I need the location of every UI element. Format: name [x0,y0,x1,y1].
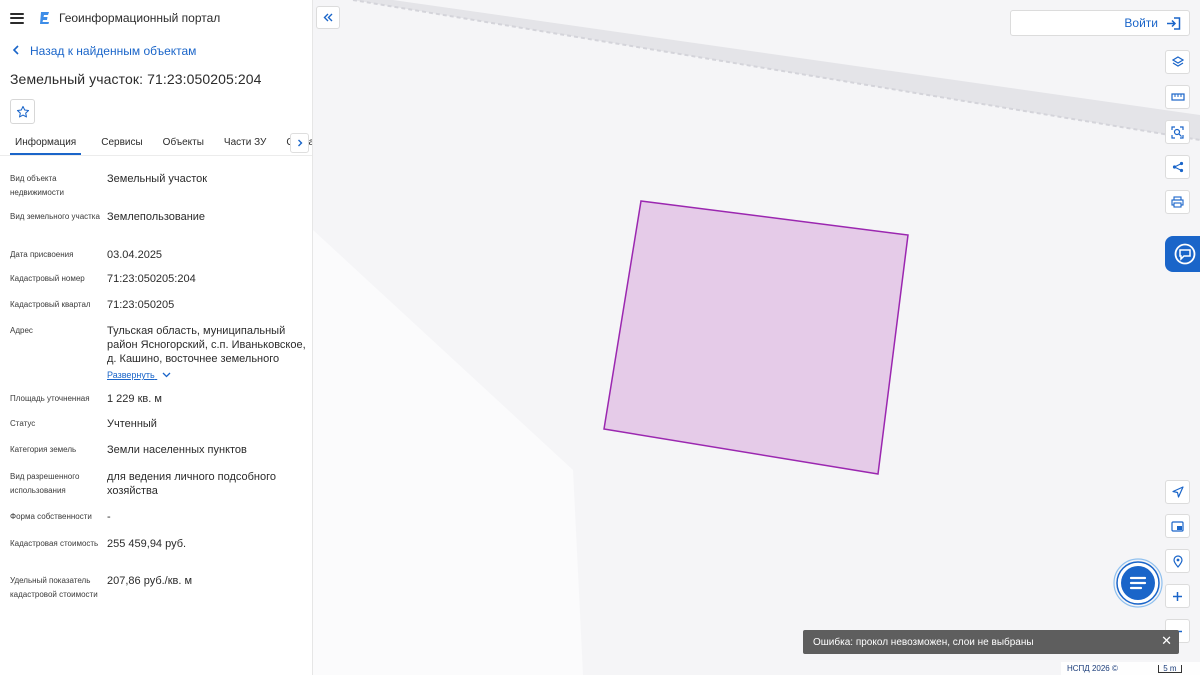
ruler-icon [1170,93,1185,101]
printer-icon [1171,196,1184,208]
property-value: Тульская область, муниципальный район Яс… [107,325,306,365]
property-value: - [107,511,111,523]
share-icon [1172,161,1183,173]
copyright-label: НСПД 2026 © [1067,664,1118,673]
feedback-icon [1174,243,1196,265]
measure-button[interactable] [1165,85,1190,109]
layers-icon [1171,56,1184,67]
back-link-label: Назад к найденным объектам [30,44,197,58]
minimap-icon [1171,520,1184,532]
info-panel: Геоинформационный портал Назад к найденн… [0,0,313,675]
panel-header: Геоинформационный портал [0,0,312,36]
toast-message: Ошибка: прокол невозможен, слои не выбра… [813,636,1034,648]
property-value: 1 229 кв. м [107,393,162,405]
property-value: Земельный участок [107,173,208,185]
tab-services[interactable]: Сервисы [101,133,142,155]
chat-assistant-button[interactable] [1113,558,1163,608]
close-icon[interactable]: ✕ [1161,633,1172,649]
property-value: Земли населенных пунктов [107,444,247,456]
navigation-arrow-icon [1171,486,1184,498]
address-block: Тульская область, муниципальный район Яс… [107,324,307,382]
chevron-left-icon [12,44,20,58]
expand-link[interactable]: Развернуть [107,368,171,382]
property-value: 207,86 руб./кв. м [107,575,193,587]
chat-icon [1113,558,1163,608]
portal-logo [40,12,49,24]
login-icon [1167,16,1181,30]
property-label: Форма собственности [10,512,92,521]
land-parcel-polygon[interactable] [603,200,909,475]
property-value: Учтенный [107,418,157,430]
scale-label: 5 m [1157,664,1182,673]
tab-information[interactable]: Информация [10,133,82,155]
property-value: 255 459,94 руб. [107,538,187,550]
zoom-in-button[interactable] [1165,584,1190,608]
error-toast: Ошибка: прокол невозможен, слои не выбра… [803,630,1179,654]
menu-icon[interactable] [10,12,24,24]
property-label: Удельный показатель кадастровой стоимост… [10,576,98,599]
property-value: Землепользование [107,211,206,223]
tab-parts[interactable]: Части ЗУ [224,133,266,155]
app-title: Геоинформационный портал [59,11,221,25]
property-label: Адрес [10,326,33,335]
star-icon [16,105,29,117]
property-label: Кадастровая стоимость [10,539,99,548]
property-label: Вид объекта недвижимости [10,174,64,197]
login-label: Войти [1124,16,1158,30]
chevron-down-icon [162,372,171,378]
property-label: Площадь уточненная [10,394,90,403]
property-label: Кадастровый номер [10,274,85,283]
expand-link-label: Развернуть [107,370,155,380]
property-value: для ведения личного подсобного хозяйства [107,471,277,497]
share-button[interactable] [1165,155,1190,179]
property-label: Категория земель [10,445,77,454]
layers-button[interactable] [1165,50,1190,74]
chevron-right-icon [297,139,302,147]
tab-objects[interactable]: Объекты [163,133,204,155]
my-location-button[interactable] [1165,549,1190,573]
property-value: 71:23:050205:204 [107,273,196,285]
print-button[interactable] [1165,190,1190,214]
minimap-button[interactable] [1165,514,1190,538]
tab-bar: Информация Сервисы Объекты Части ЗУ Сост… [0,133,312,156]
plus-icon [1173,591,1182,601]
area-select-icon [1171,125,1184,139]
tabs-next-button[interactable] [290,133,309,153]
property-label: Статус [10,419,36,428]
location-pin-icon [1172,554,1183,568]
locate-button[interactable] [1165,480,1190,504]
double-chevron-left-icon [323,13,333,22]
property-value: 03.04.2025 [107,249,163,261]
feedback-tab[interactable] [1165,236,1200,272]
map-view[interactable]: Войти Ошибка: прокол невозможен, слои не… [313,0,1200,675]
property-label: Вид земельного участка [10,212,100,221]
property-label: Дата присвоения [10,250,74,259]
favorite-button[interactable] [10,99,35,124]
login-button[interactable]: Войти [1010,10,1190,36]
object-title: Земельный участок: 71:23:050205:204 [10,71,262,87]
collapse-panel-button[interactable] [316,6,340,29]
select-area-button[interactable] [1165,120,1190,144]
property-label: Кадастровый квартал [10,300,91,309]
map-footer: НСПД 2026 © 5 m [1061,662,1200,675]
map-basemap [313,0,1200,675]
back-link[interactable]: Назад к найденным объектам [0,44,312,58]
property-label: Вид разрешенного использования [10,472,80,495]
property-value: 71:23:050205 [107,299,175,311]
